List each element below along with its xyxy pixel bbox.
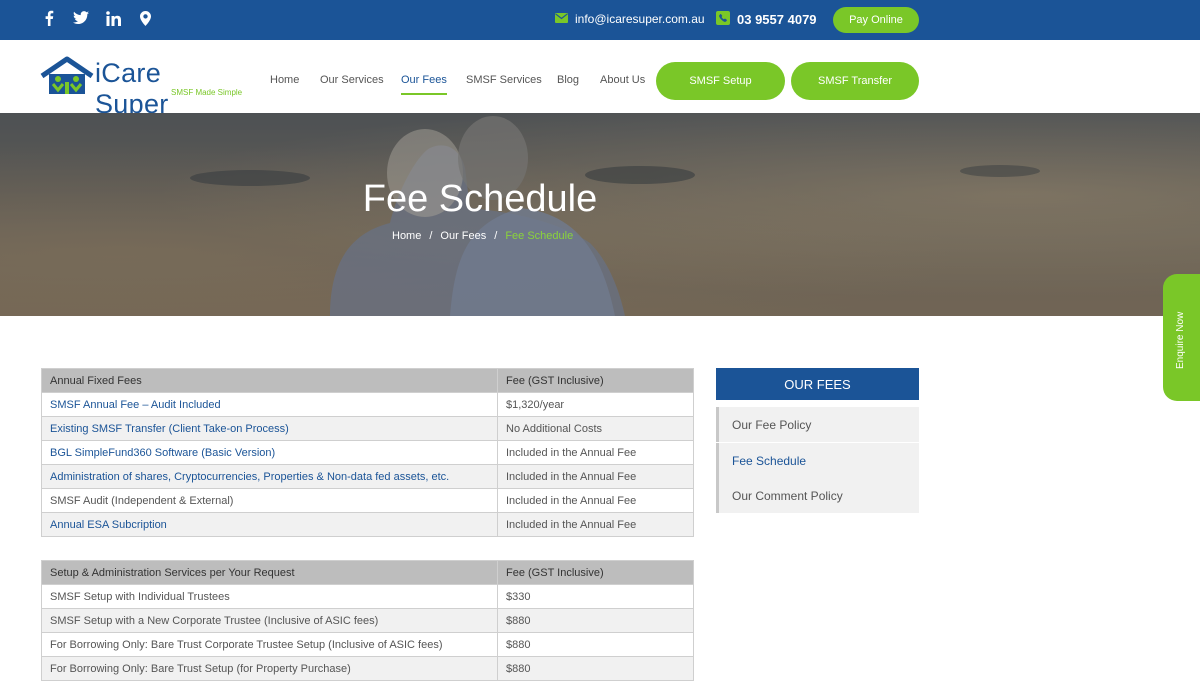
- pay-online-button[interactable]: Pay Online: [833, 7, 919, 33]
- breadcrumb-current: Fee Schedule: [505, 230, 574, 242]
- fee-name-cell: Existing SMSF Transfer (Client Take-on P…: [41, 416, 498, 441]
- table-row: SMSF Audit (Independent & External) Incl…: [41, 488, 694, 513]
- service-name-cell: For Borrowing Only: Bare Trust Setup (fo…: [41, 656, 498, 681]
- enquire-now-tab[interactable]: Enquire Now: [1163, 274, 1200, 401]
- email-link[interactable]: info@icaresuper.com.au: [555, 12, 705, 26]
- fee-link[interactable]: Existing SMSF Transfer (Client Take-on P…: [50, 423, 289, 435]
- service-fee-cell: $880: [497, 608, 694, 633]
- logo-tagline: SMSF Made Simple: [171, 88, 243, 97]
- facebook-icon[interactable]: [40, 9, 58, 27]
- table-row: SMSF Setup with a New Corporate Trustee …: [41, 608, 694, 633]
- table-row: Existing SMSF Transfer (Client Take-on P…: [41, 416, 694, 441]
- page-title: Fee Schedule: [362, 178, 598, 220]
- social-links: [40, 9, 154, 27]
- fee-amount-cell: Included in the Annual Fee: [497, 512, 694, 537]
- nav-our-services[interactable]: Our Services: [320, 74, 384, 86]
- service-fee-cell: $880: [497, 656, 694, 681]
- breadcrumb-home[interactable]: Home: [392, 230, 421, 242]
- sidebar-item-our-fee-policy[interactable]: Our Fee Policy: [716, 407, 919, 442]
- fee-amount-cell: $1,320/year: [497, 392, 694, 417]
- breadcrumb-separator: /: [429, 230, 433, 242]
- fee-link[interactable]: SMSF Annual Fee – Audit Included: [50, 399, 221, 411]
- setup-services-table: Setup & Administration Services per Your…: [41, 560, 694, 681]
- twitter-icon[interactable]: [72, 9, 90, 27]
- fee-link[interactable]: BGL SimpleFund360 Software (Basic Versio…: [50, 447, 275, 459]
- nav-about-us[interactable]: About Us: [600, 74, 645, 86]
- envelope-icon: [555, 12, 568, 26]
- linkedin-icon[interactable]: [104, 9, 122, 27]
- smsf-setup-button[interactable]: SMSF Setup: [656, 62, 785, 100]
- hero-banner: Fee Schedule Home / Our Fees / Fee Sched…: [0, 113, 1200, 316]
- nav-home[interactable]: Home: [270, 74, 299, 86]
- table-header-cell: Fee (GST Inclusive): [497, 560, 694, 585]
- breadcrumb: Home / Our Fees / Fee Schedule: [392, 230, 573, 242]
- phone-link[interactable]: 03 9557 4079: [716, 11, 817, 28]
- email-text: info@icaresuper.com.au: [575, 12, 705, 26]
- fee-amount-cell: Included in the Annual Fee: [497, 440, 694, 465]
- service-name-cell: SMSF Setup with Individual Trustees: [41, 584, 498, 609]
- table-row: Annual ESA Subcription Included in the A…: [41, 512, 694, 537]
- phone-icon: [716, 11, 730, 28]
- smsf-transfer-button[interactable]: SMSF Transfer: [791, 62, 919, 100]
- annual-fees-table: Annual Fixed Fees Fee (GST Inclusive) SM…: [41, 368, 694, 537]
- nav-blog[interactable]: Blog: [557, 74, 579, 86]
- fee-name-cell: Administration of shares, Cryptocurrenci…: [41, 464, 498, 489]
- fee-name-cell: SMSF Audit (Independent & External): [41, 488, 498, 513]
- service-name-cell: SMSF Setup with a New Corporate Trustee …: [41, 608, 498, 633]
- nav-smsf-services[interactable]: SMSF Services: [466, 74, 542, 86]
- fee-amount-cell: Included in the Annual Fee: [497, 464, 694, 489]
- fee-name-cell: Annual ESA Subcription: [41, 512, 498, 537]
- table-row: For Borrowing Only: Bare Trust Corporate…: [41, 632, 694, 657]
- table-header-cell: Setup & Administration Services per Your…: [41, 560, 498, 585]
- fee-amount-cell: Included in the Annual Fee: [497, 488, 694, 513]
- fee-name-cell: SMSF Annual Fee – Audit Included: [41, 392, 498, 417]
- service-fee-cell: $880: [497, 632, 694, 657]
- logo[interactable]: iCare Super SMSF Made Simple: [40, 56, 243, 119]
- table-header-row: Setup & Administration Services per Your…: [41, 560, 694, 585]
- table-header-cell: Fee (GST Inclusive): [497, 368, 694, 393]
- sidebar-item-fee-schedule[interactable]: Fee Schedule: [716, 443, 919, 478]
- table-header-cell: Annual Fixed Fees: [41, 368, 498, 393]
- breadcrumb-our-fees[interactable]: Our Fees: [440, 230, 486, 242]
- table-row: Administration of shares, Cryptocurrenci…: [41, 464, 694, 489]
- table-header-row: Annual Fixed Fees Fee (GST Inclusive): [41, 368, 694, 393]
- table-row: BGL SimpleFund360 Software (Basic Versio…: [41, 440, 694, 465]
- nav-our-fees[interactable]: Our Fees: [401, 74, 447, 95]
- enquire-now-label: Enquire Now: [1175, 311, 1186, 369]
- table-row: SMSF Annual Fee – Audit Included $1,320/…: [41, 392, 694, 417]
- sidebar-title: OUR FEES: [716, 368, 919, 400]
- table-row: SMSF Setup with Individual Trustees $330: [41, 584, 694, 609]
- fee-link[interactable]: Annual ESA Subcription: [50, 519, 167, 531]
- sidebar-item-our-comment-policy[interactable]: Our Comment Policy: [716, 478, 919, 513]
- breadcrumb-separator: /: [494, 230, 498, 242]
- location-pin-icon[interactable]: [136, 9, 154, 27]
- fee-link[interactable]: Administration of shares, Cryptocurrenci…: [50, 471, 449, 483]
- table-row: For Borrowing Only: Bare Trust Setup (fo…: [41, 656, 694, 681]
- site-header: iCare Super SMSF Made Simple Home Our Se…: [0, 40, 1200, 119]
- service-name-cell: For Borrowing Only: Bare Trust Corporate…: [41, 632, 498, 657]
- top-bar: info@icaresuper.com.au 03 9557 4079 Pay …: [0, 0, 1200, 40]
- fee-name-cell: BGL SimpleFund360 Software (Basic Versio…: [41, 440, 498, 465]
- house-logo-icon: [40, 56, 94, 94]
- service-fee-cell: $330: [497, 584, 694, 609]
- fee-amount-cell: No Additional Costs: [497, 416, 694, 441]
- phone-text: 03 9557 4079: [737, 12, 817, 27]
